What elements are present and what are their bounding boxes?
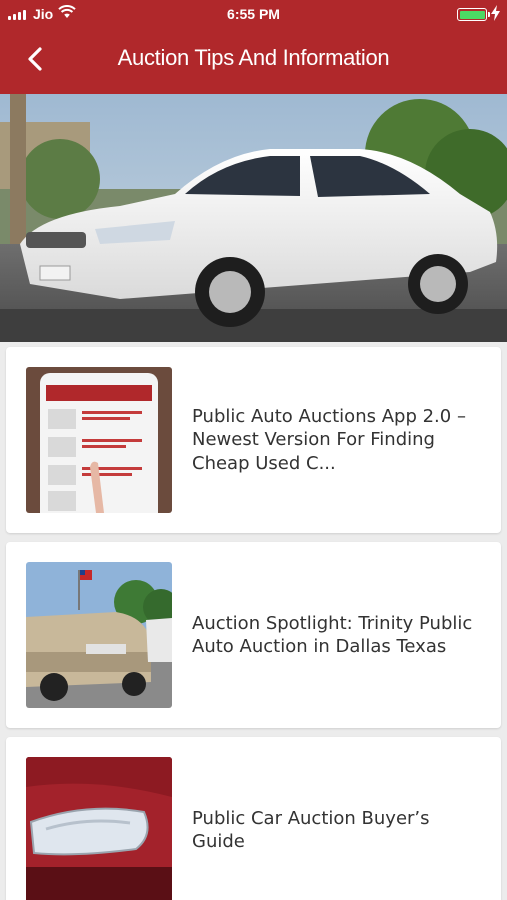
battery-icon	[457, 8, 490, 21]
status-time: 6:55 PM	[227, 6, 280, 22]
charging-bolt-icon	[491, 5, 500, 21]
article-card[interactable]: Public Auto Auctions App 2.0 – Newest Ve…	[6, 347, 501, 533]
article-card[interactable]: Auction Spotlight: Trinity Public Auto A…	[6, 542, 501, 728]
hero-car-image	[0, 94, 507, 342]
app-header: Jio 6:55 PM Auction Tips And Information	[0, 0, 507, 94]
status-bar: Jio 6:55 PM	[0, 0, 507, 28]
article-title: Auction Spotlight: Trinity Public Auto A…	[192, 612, 473, 658]
article-thumbnail	[26, 562, 172, 708]
article-thumbnail	[26, 757, 172, 900]
page-title: Auction Tips And Information	[117, 45, 390, 70]
article-thumbnail	[26, 367, 172, 513]
article-title: Public Auto Auctions App 2.0 – Newest Ve…	[192, 405, 466, 474]
article-title: Public Car Auction Buyer’s Guide	[192, 807, 430, 853]
article-card[interactable]: Public Car Auction Buyer’s Guide	[6, 737, 501, 900]
